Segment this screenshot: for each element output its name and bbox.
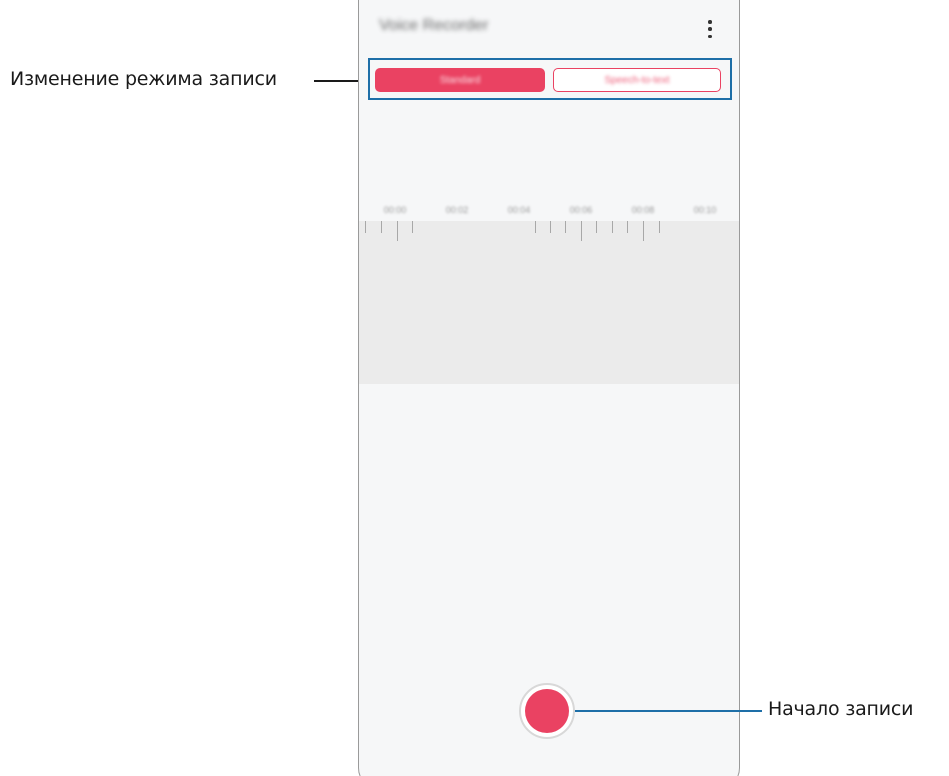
timeline-tick bbox=[381, 221, 382, 233]
mode-tab-label: Speech-to-text bbox=[604, 74, 670, 86]
timeline-tick bbox=[397, 221, 398, 241]
timeline-labels: 00:00 00:02 00:04 00:06 00:08 00:10 bbox=[359, 205, 739, 219]
mode-tab-label: Standard bbox=[439, 74, 481, 86]
more-vert-icon[interactable] bbox=[707, 20, 713, 38]
timeline-tick bbox=[581, 221, 582, 241]
record-button[interactable] bbox=[519, 683, 575, 739]
timeline-tick bbox=[643, 221, 644, 241]
app-bar: Voice Recorder bbox=[359, 0, 739, 58]
timeline-tick bbox=[565, 221, 566, 233]
page: Изменение режима записи Voice Recorder 0… bbox=[0, 0, 949, 776]
record-icon bbox=[525, 689, 569, 733]
timeline-label: 00:10 bbox=[693, 205, 717, 215]
timeline-label: 00:00 bbox=[383, 205, 407, 215]
timeline-tick bbox=[535, 221, 536, 233]
timeline-tick bbox=[550, 221, 551, 233]
timeline-label: 00:02 bbox=[445, 205, 469, 215]
timeline-tick bbox=[365, 221, 366, 233]
timeline-label: 00:08 bbox=[631, 205, 655, 215]
timeline-tick bbox=[412, 221, 413, 233]
mode-tab-speech-to-text[interactable]: Speech-to-text bbox=[553, 68, 721, 92]
start-record-callout: Начало записи bbox=[768, 698, 914, 720]
timeline-label: 00:06 bbox=[569, 205, 593, 215]
timeline-tick bbox=[612, 221, 613, 233]
app-title: Voice Recorder bbox=[379, 17, 489, 34]
phone-screen: Voice Recorder 00:00 00:02 00:04 00:06 0… bbox=[358, 0, 740, 776]
timeline-tick bbox=[596, 221, 597, 233]
timeline-label: 00:04 bbox=[507, 205, 531, 215]
timeline-tick bbox=[627, 221, 628, 233]
waveform-area bbox=[359, 221, 739, 384]
start-record-leader-line bbox=[575, 710, 762, 712]
mode-change-callout: Изменение режима записи bbox=[10, 68, 277, 90]
mode-tab-standard[interactable]: Standard bbox=[375, 68, 545, 92]
timeline-tick bbox=[659, 221, 660, 233]
